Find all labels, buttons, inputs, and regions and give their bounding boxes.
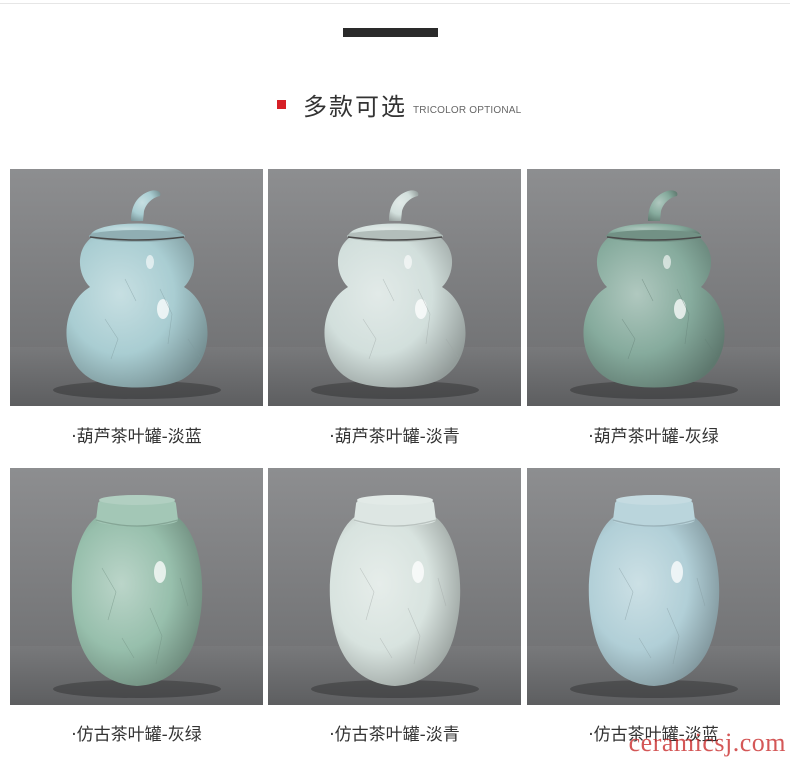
top-tab-bar: [343, 28, 438, 37]
section-title: 多款可选: [303, 92, 407, 121]
gourd-jar-image: [10, 169, 263, 406]
red-square-icon: [277, 99, 286, 109]
product-caption[interactable]: ·仿古茶叶罐-灰绿: [10, 720, 263, 745]
watermark-text: ceramicsj.com: [628, 728, 786, 757]
section-heading: 多款可选 TRICOLOR OPTIONAL: [277, 86, 521, 122]
gourd-jar-image: [268, 169, 521, 406]
product-caption[interactable]: ·葫芦茶叶罐-淡蓝: [10, 422, 263, 447]
product-image-gourd-grey-green[interactable]: [527, 169, 780, 406]
product-caption[interactable]: ·葫芦茶叶罐-淡青: [268, 422, 521, 447]
gourd-jar-image: [527, 169, 780, 406]
product-image-gourd-light-blue[interactable]: [10, 169, 263, 406]
product-image-jar-light-blue[interactable]: [527, 468, 780, 705]
top-divider: [0, 3, 790, 4]
product-caption[interactable]: ·仿古茶叶罐-淡青: [268, 720, 521, 745]
product-image-gourd-light-celadon[interactable]: [268, 169, 521, 406]
product-image-jar-grey-green[interactable]: [10, 468, 263, 705]
section-subtitle: TRICOLOR OPTIONAL: [413, 104, 522, 116]
antique-jar-image: [527, 468, 780, 705]
product-caption[interactable]: ·葫芦茶叶罐-灰绿: [527, 422, 780, 447]
product-image-jar-light-celadon[interactable]: [268, 468, 521, 705]
antique-jar-image: [10, 468, 263, 705]
antique-jar-image: [268, 468, 521, 705]
